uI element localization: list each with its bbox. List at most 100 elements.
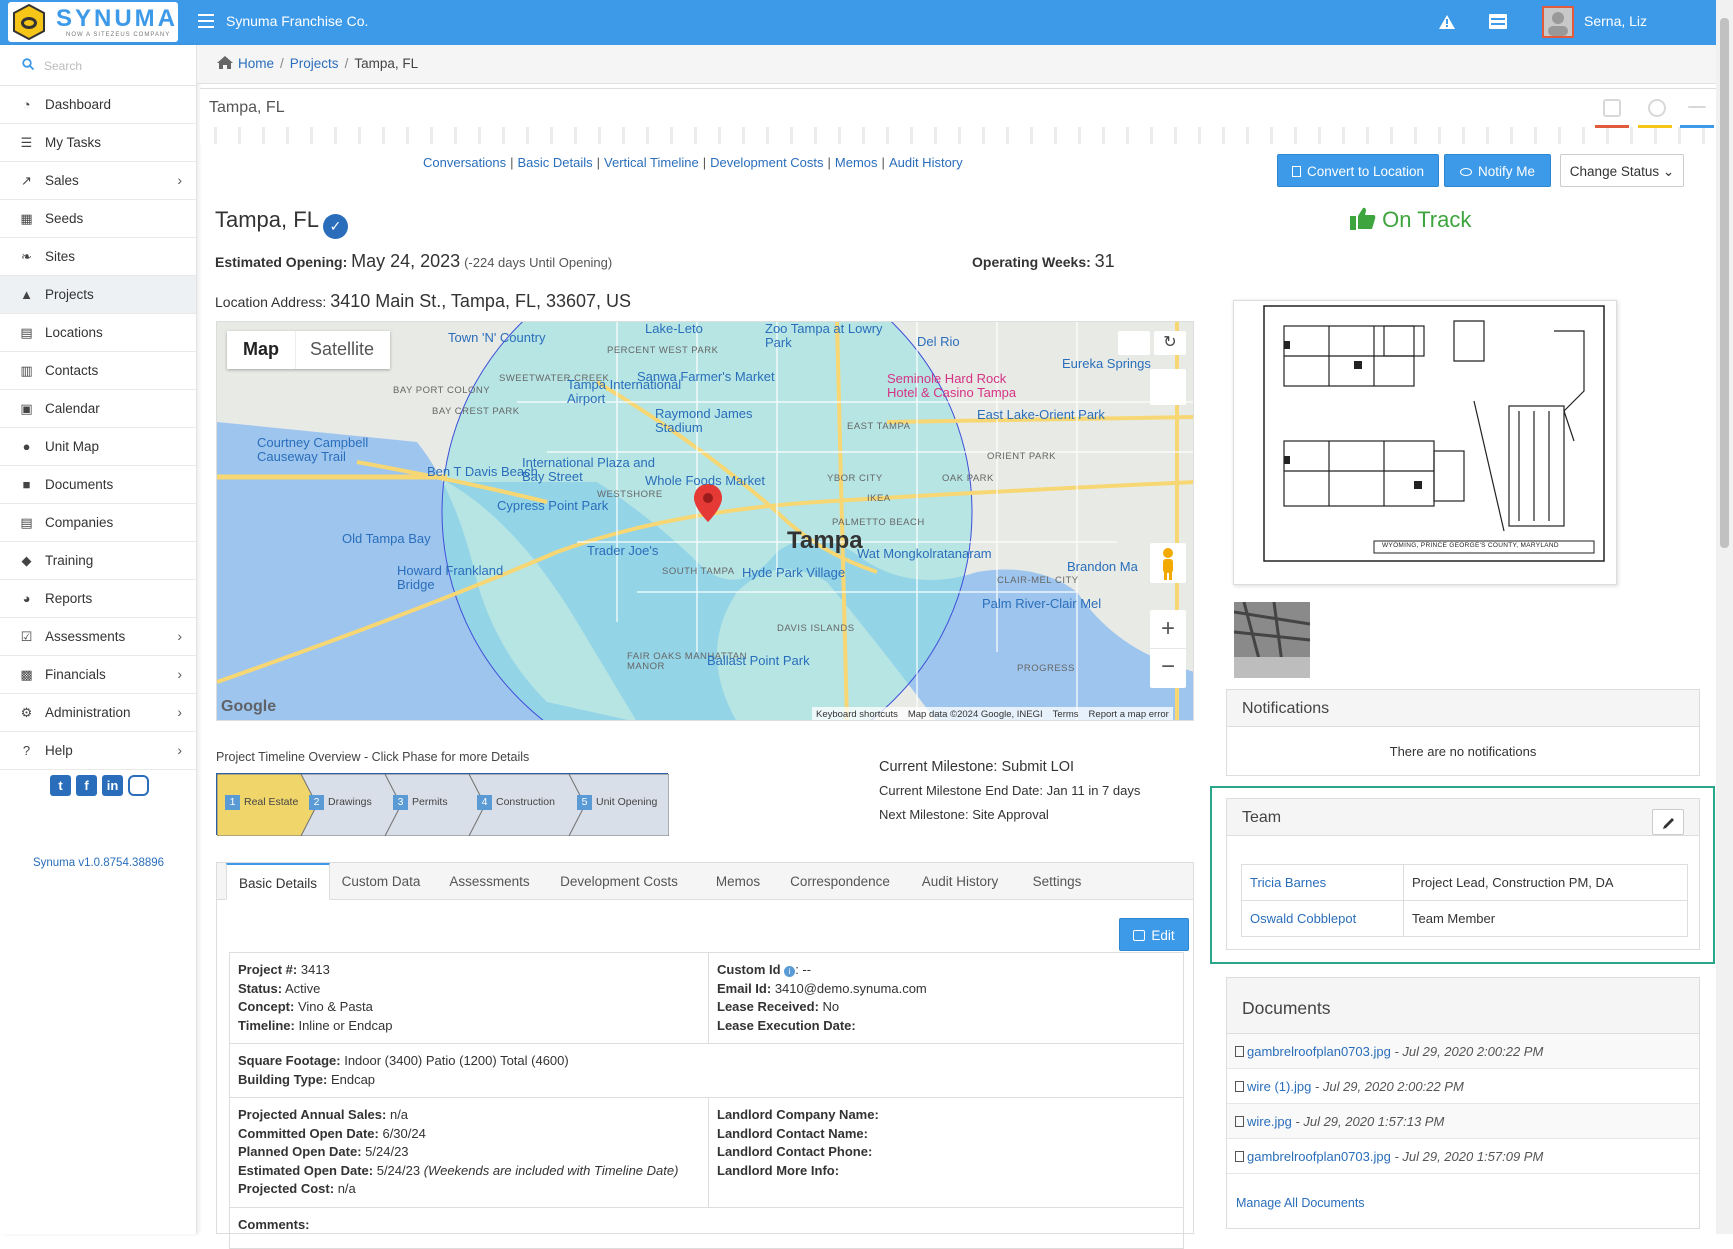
sidebar-item-reports[interactable]: ◕ Reports	[0, 580, 196, 618]
section-link-audit-history[interactable]: Audit History	[889, 155, 963, 170]
convert-to-location-button[interactable]: Convert to Location	[1277, 154, 1439, 187]
map-label[interactable]: PERCENT WEST PARK	[607, 346, 718, 356]
satellite-button[interactable]: Satellite	[295, 331, 390, 369]
app-version[interactable]: Synuma v1.0.8754.38896	[0, 857, 197, 869]
section-link-memos[interactable]: Memos	[835, 155, 878, 170]
map-label[interactable]: Courtney Campbell Causeway Trail	[257, 436, 397, 463]
sidebar-item-assessments[interactable]: ☑ Assessments ›	[0, 618, 196, 656]
map-label[interactable]: Eureka Springs	[1062, 357, 1151, 371]
map-label[interactable]: Hyde Park Village	[742, 566, 845, 580]
linkedin-icon[interactable]: in	[102, 775, 123, 796]
section-link-vertical-timeline[interactable]: Vertical Timeline	[604, 155, 699, 170]
map-label[interactable]: DAVIS ISLANDS	[777, 624, 855, 634]
change-status-dropdown[interactable]: Change Status ⌄	[1560, 154, 1684, 187]
manage-documents-link[interactable]: Manage All Documents	[1236, 1196, 1365, 1210]
menu-toggle-icon[interactable]	[198, 14, 214, 28]
team-member-link[interactable]: Oswald Cobblepot	[1250, 911, 1356, 926]
home-icon[interactable]	[217, 56, 233, 69]
map-label[interactable]: East Lake-Orient Park	[977, 408, 1105, 422]
team-member-link[interactable]: Tricia Barnes	[1250, 875, 1326, 890]
synuma-logo[interactable]: SYNUMA NOW A SITEZEUS COMPANY	[8, 2, 178, 42]
sidebar-item-sales[interactable]: ↗ Sales ›	[0, 162, 196, 200]
map-label[interactable]: Old Tampa Bay	[342, 532, 431, 546]
dropdown-circle-icon[interactable]: ✓	[322, 214, 348, 239]
sidebar-item-unit-map[interactable]: ● Unit Map	[0, 428, 196, 466]
section-link-development-costs[interactable]: Development Costs	[710, 155, 823, 170]
sidebar-item-projects[interactable]: ▲ Projects	[0, 276, 196, 314]
facebook-icon[interactable]: f	[76, 775, 97, 796]
page-scrollbar[interactable]	[1716, 0, 1733, 1234]
map-label[interactable]: Del Rio	[917, 335, 960, 349]
sidebar-item-calendar[interactable]: ▣ Calendar	[0, 390, 196, 428]
phase-permits[interactable]: 3 Permits	[393, 795, 448, 810]
sidebar-item-financials[interactable]: ▩ Financials ›	[0, 656, 196, 694]
sidebar-item-training[interactable]: ◆ Training	[0, 542, 196, 580]
document-link[interactable]: wire.jpg	[1247, 1114, 1292, 1129]
id-card-icon[interactable]	[1489, 14, 1507, 29]
location-pin-icon[interactable]	[694, 484, 722, 522]
document-link[interactable]: gambrelroofplan0703.jpg	[1247, 1149, 1391, 1164]
map-label[interactable]: EAST TAMPA	[847, 422, 910, 432]
phase-unit-opening[interactable]: 5 Unit Opening	[577, 795, 657, 810]
tab-settings[interactable]: Settings	[1022, 863, 1092, 900]
map-label[interactable]: PROGRESS	[1017, 664, 1075, 674]
map-label[interactable]: Palm River-Clair Mel	[982, 597, 1101, 611]
zoom-out-button[interactable]: −	[1150, 649, 1186, 688]
map-label[interactable]: Sanwa Farmer's Market	[637, 370, 775, 384]
map-label[interactable]: Wat Mongkolratanaram	[857, 547, 992, 561]
map-label[interactable]: Cypress Point Park	[497, 499, 608, 513]
sidebar-item-my-tasks[interactable]: ☰ My Tasks	[0, 124, 196, 162]
tab-custom-data[interactable]: Custom Data	[330, 863, 432, 900]
sidebar-item-sites[interactable]: ❧ Sites	[0, 238, 196, 276]
map-label[interactable]: Howard Frankland Bridge	[397, 564, 537, 591]
sidebar-search[interactable]: Search	[0, 45, 196, 86]
map-label[interactable]: PALMETTO BEACH	[832, 518, 925, 528]
twitter-icon[interactable]: t	[50, 775, 71, 796]
breadcrumb-projects[interactable]: Projects	[290, 56, 339, 71]
notify-me-button[interactable]: Notify Me	[1444, 154, 1551, 187]
sidebar-item-contacts[interactable]: ▥ Contacts	[0, 352, 196, 390]
phase-drawings[interactable]: 2 Drawings	[309, 795, 372, 810]
sidebar-item-documents[interactable]: ■ Documents	[0, 466, 196, 504]
map-label[interactable]: Whole Foods Market	[645, 474, 765, 488]
sidebar-item-companies[interactable]: ▤ Companies	[0, 504, 196, 542]
map-footer-link[interactable]: Map data ©2024 Google, INEGI	[908, 709, 1043, 720]
map-label[interactable]: IKEA	[867, 494, 891, 504]
tab-memos[interactable]: Memos	[703, 863, 773, 900]
instagram-icon[interactable]	[128, 775, 149, 796]
tab-assessments[interactable]: Assessments	[439, 863, 540, 900]
map-label[interactable]: CLAIR-MEL CITY	[997, 576, 1079, 586]
document-link[interactable]: wire (1).jpg	[1247, 1079, 1311, 1094]
tab-correspondence[interactable]: Correspondence	[781, 863, 899, 900]
map-label[interactable]: Seminole Hard Rock Hotel & Casino Tampa	[887, 372, 1027, 399]
map-footer-link[interactable]: Report a map error	[1089, 709, 1169, 720]
zoom-in-button[interactable]: +	[1150, 610, 1186, 649]
visibility-toggle-icon[interactable]	[1118, 331, 1150, 355]
tab-audit-history[interactable]: Audit History	[905, 863, 1015, 900]
info-icon[interactable]: i	[784, 966, 796, 977]
map-label[interactable]: Trader Joe's	[587, 544, 658, 558]
edit-button[interactable]: Edit	[1119, 918, 1189, 951]
map-label[interactable]: Brandon Ma	[1067, 560, 1138, 574]
map-label[interactable]: SOUTH TAMPA	[662, 567, 735, 577]
scrollbar-thumb[interactable]	[1720, 18, 1729, 548]
map-label[interactable]: YBOR CITY	[827, 474, 883, 484]
sidebar-item-help[interactable]: ? Help ›	[0, 732, 196, 770]
user-name[interactable]: Serna, Liz	[1584, 13, 1647, 29]
sidebar-item-dashboard[interactable]: ◔ Dashboard	[0, 86, 196, 124]
map-label[interactable]: BAY CREST PARK	[432, 407, 520, 417]
edit-team-button[interactable]	[1652, 809, 1684, 835]
tab-basic-details[interactable]: Basic Details	[226, 863, 330, 900]
map-label[interactable]: BAY PORT COLONY	[393, 386, 490, 396]
document-link[interactable]: gambrelroofplan0703.jpg	[1247, 1044, 1391, 1059]
map-footer-link[interactable]: Keyboard shortcuts	[816, 709, 898, 720]
user-avatar[interactable]	[1542, 6, 1574, 38]
pegman-icon[interactable]	[1150, 543, 1186, 583]
phase-real-estate[interactable]: 1 Real Estate	[225, 795, 298, 810]
section-link-conversations[interactable]: Conversations	[423, 155, 506, 170]
map-label[interactable]: International Plaza and Bay Street	[522, 456, 662, 483]
map-label[interactable]: OAK PARK	[942, 474, 994, 484]
sidebar-item-administration[interactable]: ⚙ Administration ›	[0, 694, 196, 732]
map-label[interactable]: Ballast Point Park	[707, 654, 810, 668]
wire-photo-thumbnail[interactable]	[1234, 602, 1310, 678]
